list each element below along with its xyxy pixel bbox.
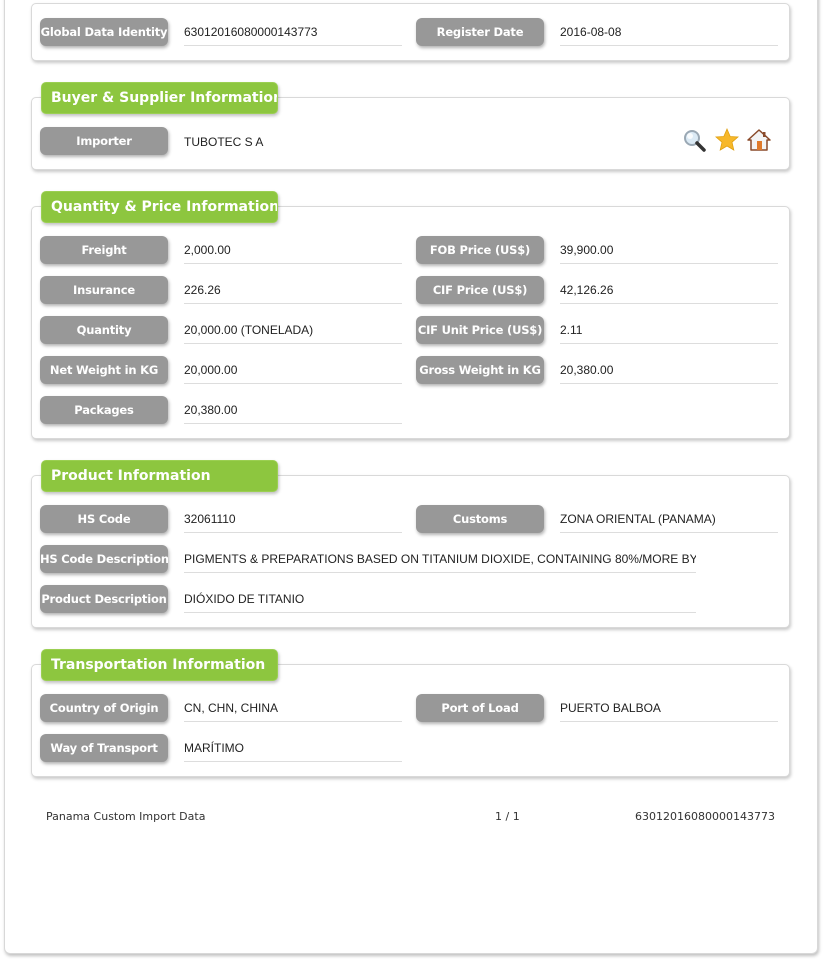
customs-value: ZONA ORIENTAL (PANAMA)	[560, 511, 778, 533]
fob-price-label: FOB Price (US$)	[416, 236, 544, 264]
quantity-value: 20,000.00 (TONELADA)	[184, 322, 402, 344]
global-data-identity-label: Global Data Identity	[40, 18, 168, 46]
product-description-label: Product Description	[40, 585, 168, 613]
hs-code-description-label: HS Code Description	[40, 545, 168, 573]
register-date-value: 2016-08-08	[560, 24, 778, 46]
global-data-identity-value: 63012016080000143773	[184, 24, 402, 46]
star-icon[interactable]	[714, 127, 740, 153]
search-icon[interactable]	[682, 128, 708, 154]
register-date-label: Register Date	[416, 18, 544, 46]
cif-price-value: 42,126.26	[560, 282, 778, 304]
footer-source: Panama Custom Import Data	[46, 810, 206, 823]
gross-weight-value: 20,380.00	[560, 362, 778, 384]
cif-price-label: CIF Price (US$)	[416, 276, 544, 304]
freight-label: Freight	[40, 236, 168, 264]
cif-unit-price-label: CIF Unit Price (US$)	[416, 316, 544, 344]
fob-price-value: 39,900.00	[560, 242, 778, 264]
hs-code-label: HS Code	[40, 505, 168, 533]
product-description-value: DIÓXIDO DE TITANIO	[184, 591, 696, 613]
port-of-load-value: PUERTO BALBOA	[560, 700, 778, 722]
home-icon[interactable]	[746, 127, 772, 153]
importer-value: TUBOTEC S A	[184, 135, 264, 149]
net-weight-value: 20,000.00	[184, 362, 402, 384]
net-weight-label: Net Weight in KG	[40, 356, 168, 384]
insurance-value: 226.26	[184, 282, 402, 304]
country-of-origin-value: CN, CHN, CHINA	[184, 700, 402, 722]
hs-code-value: 32061110	[184, 511, 402, 533]
packages-label: Packages	[40, 396, 168, 424]
importer-label: Importer	[40, 127, 168, 155]
quantity-label: Quantity	[40, 316, 168, 344]
way-of-transport-label: Way of Transport	[40, 734, 168, 762]
gross-weight-label: Gross Weight in KG	[416, 356, 544, 384]
country-of-origin-label: Country of Origin	[40, 694, 168, 722]
way-of-transport-value: MARÍTIMO	[184, 740, 402, 762]
port-of-load-label: Port of Load	[416, 694, 544, 722]
hs-code-description-value: PIGMENTS & PREPARATIONS BASED ON TITANIU…	[184, 551, 696, 573]
product-section-title: Product Information	[41, 460, 278, 492]
buyer-supplier-section-title: Buyer & Supplier Information	[41, 82, 278, 114]
transportation-section-title: Transportation Information	[41, 649, 278, 681]
quantity-price-section-title: Quantity & Price Information	[41, 191, 278, 223]
insurance-label: Insurance	[40, 276, 168, 304]
customs-label: Customs	[416, 505, 544, 533]
cif-unit-price-value: 2.11	[560, 322, 778, 344]
packages-value: 20,380.00	[184, 402, 402, 424]
footer-record-id: 63012016080000143773	[635, 810, 775, 823]
freight-value: 2,000.00	[184, 242, 402, 264]
footer-page-indicator: 1 / 1	[495, 810, 520, 823]
